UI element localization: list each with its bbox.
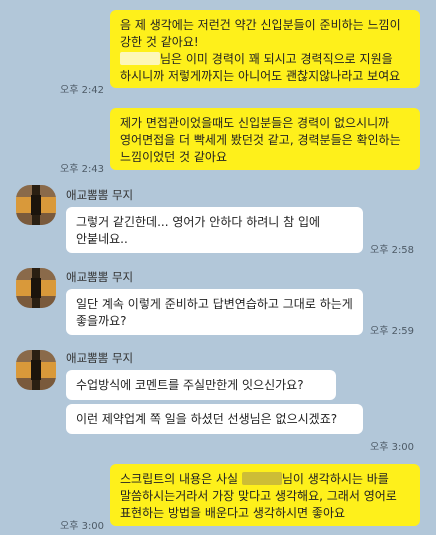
my-message-bubble[interactable]: 스크립트의 내용은 사실 님이 생각하시는 바를 말씀하시는거라서 가장 맞다고… (110, 464, 420, 526)
message-time: 오후 2:43 (60, 164, 105, 175)
chat-room: 음 제 생각에는 저런건 약간 신입분들이 준비하는 느낌이 강한 것 같아요!… (0, 0, 436, 535)
my-message-bubble[interactable]: 음 제 생각에는 저런건 약간 신입분들이 준비하는 느낌이 강한 것 같아요!… (110, 10, 420, 88)
redacted-name (120, 52, 160, 65)
message-text: 이런 제약업계 쪽 일을 하셨던 선생님은 없으시겠죠? (76, 412, 338, 426)
contact-avatar[interactable] (16, 268, 56, 308)
redacted-name (241, 472, 282, 485)
avatar-image (31, 278, 41, 298)
message-text: 님은 이미 경력이 꽤 되시고 경력직으로 지원을 하시니까 저렇게까지는 아니… (120, 52, 401, 83)
message-time: 오후 3:00 (370, 442, 415, 453)
their-message-bubble[interactable]: 일단 계속 이렇게 준비하고 답변연습하고 그대로 하는게 좋을까요? (66, 289, 363, 335)
message-time: 오후 2:42 (60, 85, 105, 96)
contact-avatar[interactable] (16, 185, 56, 225)
message-text: 일단 계속 이렇게 준비하고 답변연습하고 그대로 하는게 좋을까요? (76, 297, 353, 328)
contact-avatar[interactable] (16, 350, 56, 390)
message-time: 오후 2:59 (370, 326, 415, 337)
contact-name: 애교뽐뽐 무지 (66, 188, 134, 202)
contact-name: 애교뽐뽐 무지 (66, 270, 134, 284)
their-message-bubble[interactable]: 수업방식에 코멘트를 주실만한게 잇으신가요? (66, 370, 336, 400)
message-time: 오후 2:58 (370, 245, 415, 256)
contact-name: 애교뽐뽐 무지 (66, 351, 134, 365)
message-text: 수업방식에 코멘트를 주실만한게 잇으신가요? (76, 378, 304, 392)
message-text: 음 제 생각에는 저런건 약간 신입분들이 준비하는 느낌이 강한 것 같아요! (120, 18, 401, 49)
their-message-bubble[interactable]: 이런 제약업계 쪽 일을 하셨던 선생님은 없으시겠죠? (66, 404, 363, 434)
message-time: 오후 3:00 (60, 521, 105, 532)
my-message-bubble[interactable]: 제가 면접관이었을때도 신입분들은 경력이 없으시니까 영어면접을 더 빡세게 … (110, 108, 420, 170)
message-text: 스크립트의 내용은 사실 (120, 472, 242, 486)
avatar-image (31, 360, 41, 380)
avatar-image (31, 195, 41, 215)
message-text: 그렇거 같긴한데... 영어가 안하다 하려니 참 입에 안붙네요.. (76, 215, 321, 246)
message-text: 제가 면접관이었을때도 신입분들은 경력이 없으시니까 영어면접을 더 빡세게 … (120, 116, 401, 164)
their-message-bubble[interactable]: 그렇거 같긴한데... 영어가 안하다 하려니 참 입에 안붙네요.. (66, 207, 363, 253)
